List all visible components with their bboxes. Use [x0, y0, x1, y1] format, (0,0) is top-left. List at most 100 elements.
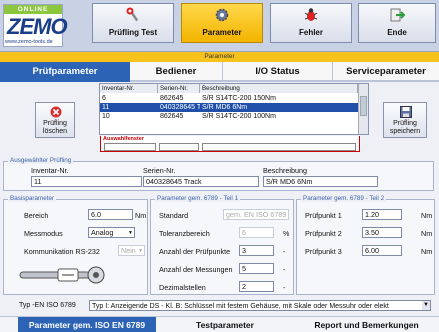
col-header-beschreibung: Beschreibung	[200, 84, 358, 93]
cell-serien: 862645	[160, 95, 184, 102]
anzahl-pruefpunkte-unit: -	[283, 247, 286, 256]
tab-testparameter[interactable]: Testparameter	[156, 317, 294, 332]
exit-icon	[390, 8, 405, 22]
beschreibung-label: Beschreibung	[263, 166, 307, 175]
cell-inventar: 6	[102, 95, 106, 102]
tab-serviceparameter[interactable]: Serviceparameter	[332, 62, 439, 82]
toleranz-label: Toleranzbereich	[159, 229, 210, 238]
online-badge: ONLINE	[4, 5, 62, 14]
teil1-group: Parameter gem. 6789 - Teil 1 Standard ge…	[150, 195, 294, 295]
scrollbar-thumb[interactable]	[360, 96, 367, 116]
fehler-button[interactable]: Fehler	[270, 3, 352, 43]
pruefling-test-button[interactable]: Prüfling Test	[92, 3, 174, 43]
typ-label: Typ -EN ISO 6789	[19, 302, 76, 309]
typ-select[interactable]: Typ I: Anzeigende DS - Kl. B: Schlüssel …	[89, 300, 431, 311]
kommunikation-label: Kommunikation RS-232	[24, 247, 100, 256]
torque-wrench-icon	[19, 266, 105, 284]
kommunikation-select[interactable]: Nein ▼	[118, 245, 145, 256]
tab-pruefparameter[interactable]: Prüfparameter	[0, 62, 130, 82]
pruefling-list-panel: Prüfling löschen Inventar-Nr. Serien-Nr.…	[10, 83, 430, 153]
standard-label: Standard	[159, 211, 189, 220]
cell-inventar: 10	[102, 113, 110, 120]
pruefpunkt1-unit: Nm	[421, 211, 433, 220]
table-row[interactable]: 6 862645 S/R S14TC-200 150Nm	[100, 94, 358, 103]
pruefpunkt2-unit: Nm	[421, 229, 433, 238]
selected-pruefling-group: Ausgewählter Prüfling Inventar-Nr. 11 Se…	[3, 157, 434, 191]
dezimalstellen-label: Dezimalstellen	[159, 283, 206, 292]
anzahl-messungen-label: Anzahl der Messungen	[159, 265, 233, 274]
selected-pruefling-legend: Ausgewählter Prüfling	[8, 157, 74, 164]
zemo-logo: ONLINE ZEMO www.zemo-tools.de	[3, 4, 68, 47]
top-tabs: Prüfparameter Bediener I/O Status Servic…	[0, 62, 439, 82]
delete-pruefling-button[interactable]: Prüfling löschen	[35, 102, 75, 138]
dezimalstellen-unit: -	[283, 283, 286, 292]
auswahl-panel: Auswahlfenster	[100, 136, 360, 152]
filter-serien-input[interactable]	[159, 143, 199, 151]
chevron-down-icon: ▼	[138, 248, 143, 254]
bottom-tabs: Parameter gem. ISO EN 6789 Testparameter…	[0, 316, 439, 332]
wrench-icon	[126, 7, 139, 22]
delete-icon	[50, 106, 62, 118]
chevron-down-icon: ▼	[128, 230, 133, 236]
ende-button[interactable]: Ende	[358, 3, 436, 43]
serien-field[interactable]: 040328645 Track	[143, 176, 259, 187]
pruefling-test-label: Prüfling Test	[108, 28, 158, 37]
toleranz-field[interactable]: 6	[239, 227, 274, 238]
chevron-down-icon: ▼	[422, 301, 430, 310]
parameter-button[interactable]: Parameter	[181, 3, 263, 43]
tab-report[interactable]: Report und Bemerkungen	[294, 317, 439, 332]
pruefpunkt3-unit: Nm	[421, 247, 433, 256]
pruefpunkt3-field[interactable]: 6.00	[362, 245, 402, 256]
save-pruefling-label: Prüfling speichern	[389, 120, 421, 135]
tab-bediener[interactable]: Bediener	[130, 62, 222, 82]
typ-row: Typ -EN ISO 6789 Typ I: Anzeigende DS - …	[19, 300, 431, 311]
standard-field[interactable]: gem. EN ISO 6789	[223, 209, 289, 220]
col-header-inventar: Inventar-Nr.	[100, 84, 158, 93]
cell-inventar: 11	[102, 104, 110, 111]
ende-label: Ende	[387, 28, 407, 37]
table-row[interactable]: 11 040328645 Track S/R MD6 6Nm	[100, 103, 358, 112]
dezimalstellen-field[interactable]: 2	[239, 281, 274, 292]
basisparameter-group: Basisparameter Bereich 6.0 Nm Messmodus …	[3, 195, 148, 295]
anzahl-pruefpunkte-field[interactable]: 3	[239, 245, 274, 256]
save-pruefling-button[interactable]: Prüfling speichern	[383, 102, 427, 138]
brand-name: ZEMO	[7, 14, 68, 39]
cell-beschreibung: S/R MD6 6Nm	[202, 104, 248, 111]
teil2-legend: Parameter gem. 6789 - Teil 2	[301, 195, 387, 202]
typ-value: Typ I: Anzeigende DS - Kl. B: Schlüssel …	[92, 303, 389, 310]
tab-io-status[interactable]: I/O Status	[222, 62, 332, 82]
serien-label: Serien-Nr.	[143, 166, 176, 175]
kommunikation-value: Nein	[121, 246, 136, 255]
fehler-label: Fehler	[298, 28, 323, 37]
pruefpunkt2-label: Prüfpunkt 2	[305, 229, 342, 238]
cell-beschreibung: S/R S14TC-200 150Nm	[202, 95, 276, 102]
teil2-group: Parameter gem. 6789 - Teil 2 Prüfpunkt 1…	[296, 195, 435, 295]
beschreibung-field[interactable]: S/R MD6 6Nm	[263, 176, 378, 187]
messmodus-label: Messmodus	[24, 229, 63, 238]
inventar-label: Inventar-Nr.	[31, 166, 69, 175]
bug-icon	[304, 8, 318, 21]
pruefling-table: Inventar-Nr. Serien-Nr. Beschreibung 6 8…	[99, 83, 369, 152]
pruefpunkt2-field[interactable]: 3.50	[362, 227, 402, 238]
section-strip: Parameter	[0, 52, 439, 62]
auswahl-label: Auswahlfenster	[103, 136, 144, 142]
app-header: ONLINE ZEMO www.zemo-tools.de Prüfling T…	[0, 0, 439, 52]
anzahl-messungen-unit: -	[283, 265, 286, 274]
gear-icon	[215, 8, 229, 22]
parameter-label: Parameter	[202, 28, 242, 37]
cell-serien: 040328645 Track	[160, 104, 200, 111]
bereich-field[interactable]: 6.0	[88, 209, 133, 220]
tab-parameter-iso[interactable]: Parameter gem. ISO EN 6789	[18, 317, 156, 332]
anzahl-messungen-field[interactable]: 5	[239, 263, 274, 274]
basisparameter-legend: Basisparameter	[8, 195, 57, 202]
filter-beschreibung-input[interactable]	[202, 143, 356, 151]
pruefpunkt1-field[interactable]: 1.20	[362, 209, 402, 220]
messmodus-select[interactable]: Analog ▼	[88, 227, 135, 238]
filter-inventar-input[interactable]	[104, 143, 156, 151]
col-header-serien: Serien-Nr.	[158, 84, 200, 93]
cell-serien: 862645	[160, 113, 184, 120]
table-scrollbar[interactable]	[358, 84, 368, 134]
bereich-unit: Nm	[135, 211, 147, 220]
inventar-field[interactable]: 11	[31, 176, 142, 187]
table-row[interactable]: 10 862645 S/R S14TC-200 100Nm	[100, 112, 358, 121]
